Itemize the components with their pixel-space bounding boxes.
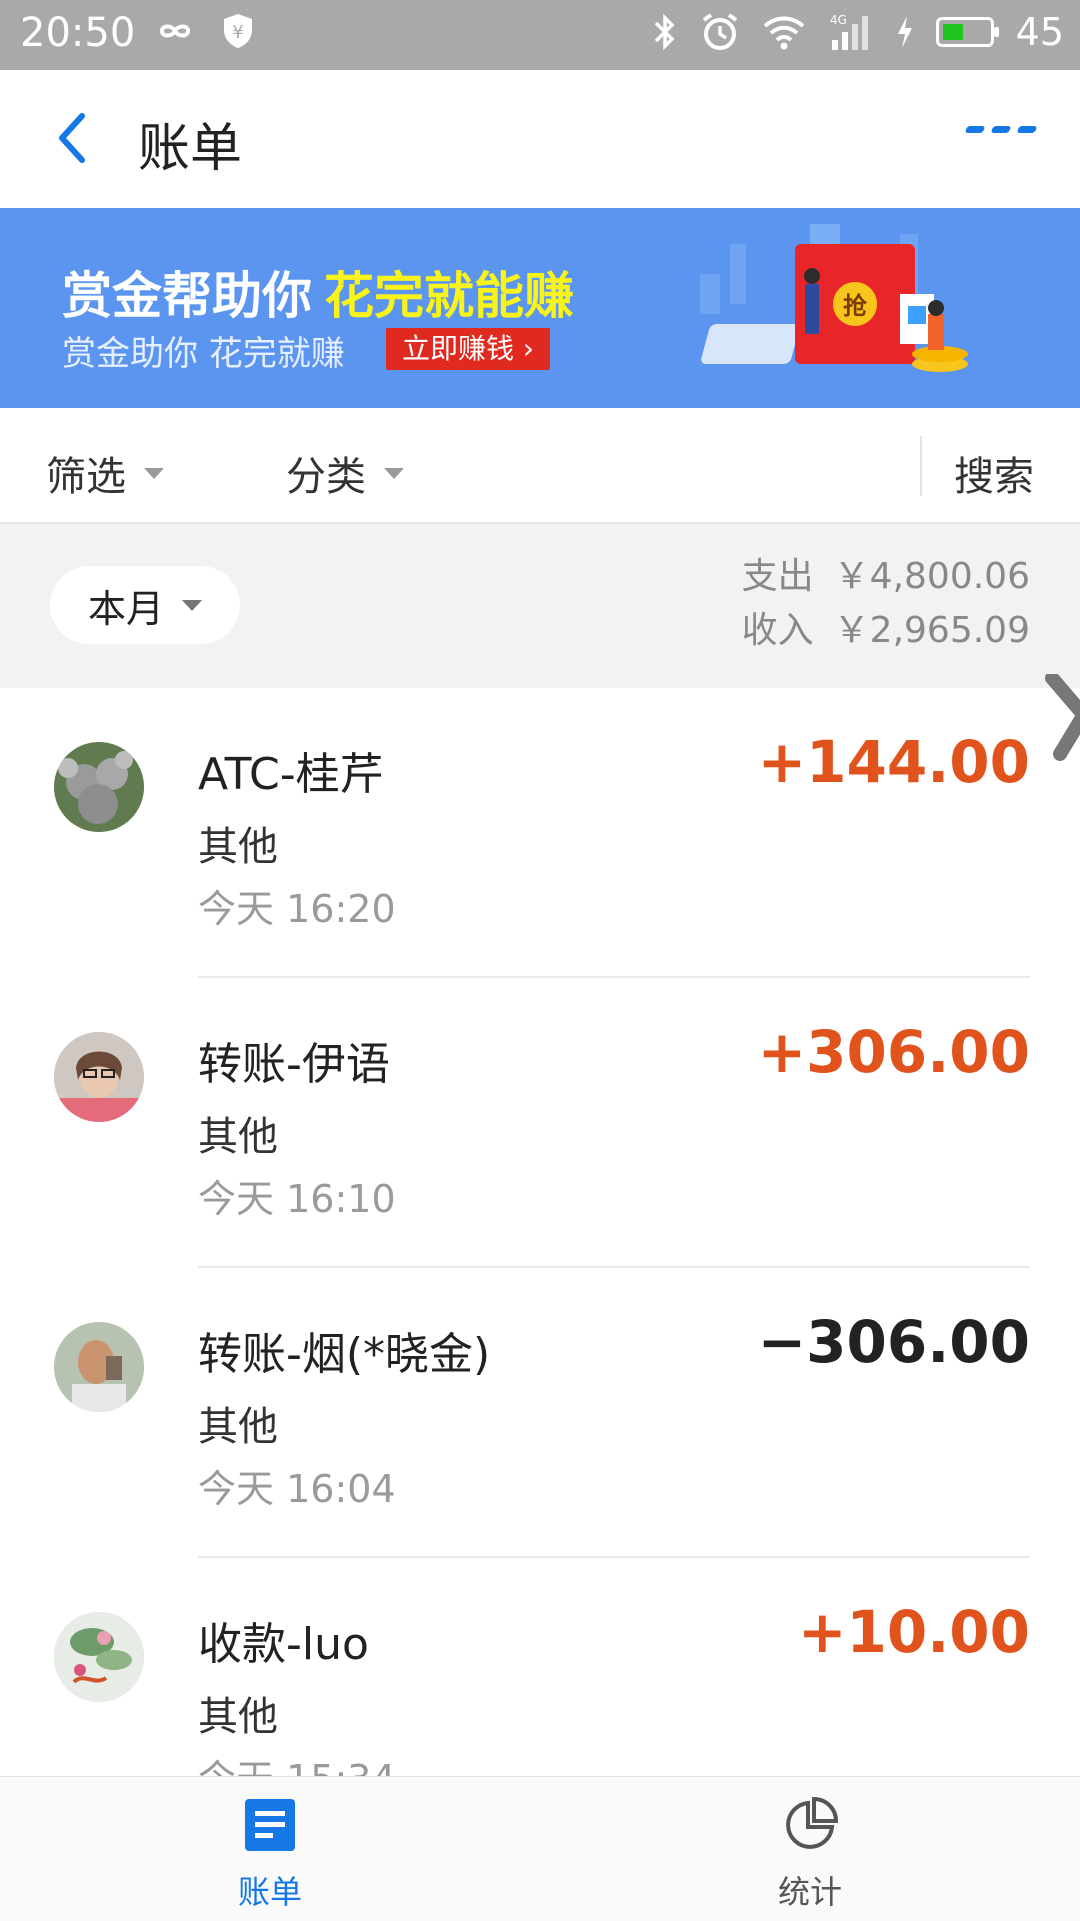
infinity-icon: [159, 24, 191, 38]
transaction-category: 其他: [198, 824, 278, 870]
transaction-name: 转账-伊语: [198, 1039, 390, 1090]
transaction-amount: +144.00: [757, 728, 1030, 796]
bill-list-icon: [245, 1799, 295, 1851]
transaction-row[interactable]: 转账-烟(*晓金) 其他 今天 16:04 −306.00: [0, 1268, 1080, 1558]
income-total: 收入 ￥2,965.09: [742, 604, 1030, 658]
divider: [920, 436, 922, 496]
charging-icon: [897, 16, 912, 48]
page-title: 账单: [138, 119, 243, 179]
bluetooth-icon: [654, 13, 675, 51]
tab-bills[interactable]: 账单: [200, 1797, 340, 1913]
caret-down-icon: [144, 467, 164, 479]
transaction-name: 收款-luo: [198, 1619, 369, 1670]
avatar: [54, 1322, 144, 1412]
status-bar: 20:50 ¥ 4G 45: [0, 0, 1080, 70]
banner-cta-label: 立即赚钱: [402, 332, 515, 365]
avatar: [54, 1612, 144, 1702]
month-summary: 本月 支出 ￥4,800.06 收入 ￥2,965.09: [0, 524, 1080, 688]
caret-down-icon: [182, 599, 202, 611]
banner-headline: 赏金帮助你 花完就能赚: [62, 256, 574, 328]
expense-total: 支出 ￥4,800.06: [742, 550, 1030, 604]
category-label: 分类: [286, 454, 366, 500]
status-time: 20:50: [20, 10, 136, 56]
transaction-category: 其他: [198, 1404, 278, 1450]
category-dropdown[interactable]: 分类: [286, 444, 404, 502]
battery-icon: [935, 17, 999, 47]
banner-headline-highlight: 花完就能赚: [324, 267, 574, 325]
alarm-icon: [702, 13, 737, 50]
top-bar: 账单: [0, 70, 1080, 208]
transaction-time: 今天 15:34: [198, 1748, 396, 1776]
wifi-icon: [763, 16, 804, 50]
avatar: [54, 742, 144, 832]
close-icon[interactable]: [1040, 674, 1080, 764]
transaction-amount: −306.00: [757, 1308, 1030, 1376]
banner-headline-text: 赏金帮助你: [62, 267, 312, 325]
tab-stats[interactable]: 统计: [740, 1796, 880, 1913]
totals: 支出 ￥4,800.06 收入 ￥2,965.09: [742, 550, 1030, 658]
transaction-amount: +306.00: [757, 1018, 1030, 1086]
bottom-nav: 账单 统计: [0, 1776, 1080, 1921]
month-selector[interactable]: 本月: [50, 566, 240, 644]
transaction-time: 今天 16:20: [198, 887, 396, 931]
chevron-right-icon: ›: [522, 332, 535, 365]
income-label: 收入: [741, 610, 814, 651]
transaction-time: 今天 16:10: [198, 1177, 396, 1221]
avatar: [54, 1032, 144, 1122]
battery-level: 45: [1015, 10, 1064, 54]
filter-label: 筛选: [46, 454, 126, 500]
transaction-row[interactable]: ATC-桂芹 其他 今天 16:20 +144.00: [0, 688, 1080, 978]
banner-subline: 赏金助你 花完就赚: [62, 334, 345, 374]
caret-down-icon: [384, 467, 404, 479]
tab-bills-label: 账单: [237, 1873, 302, 1911]
transaction-row[interactable]: 转账-伊语 其他 今天 16:10 +306.00: [0, 978, 1080, 1268]
transaction-amount: +10.00: [797, 1598, 1030, 1666]
income-value: ￥2,965.09: [833, 610, 1030, 651]
svg-text:¥: ¥: [232, 22, 243, 43]
expense-label: 支出: [741, 556, 814, 597]
red-envelope-illustration: 抢: [700, 224, 968, 372]
transaction-category: 其他: [198, 1694, 278, 1740]
month-label: 本月: [87, 586, 164, 631]
filter-dropdown[interactable]: 筛选: [46, 444, 164, 502]
transaction-row[interactable]: 收款-luo 其他 今天 15:34 +10.00: [0, 1558, 1080, 1776]
back-chevron-icon[interactable]: [44, 108, 104, 168]
signal-icon: 4G: [830, 13, 868, 50]
expense-value: ￥4,800.06: [833, 556, 1030, 597]
transaction-list: ATC-桂芹 其他 今天 16:20 +144.00 转账-伊语 其他 今天 1…: [0, 688, 1080, 1776]
promo-banner[interactable]: 赏金帮助你 花完就能赚 赏金助你 花完就赚 立即赚钱 › 抢: [0, 208, 1080, 408]
transaction-time: 今天 16:04: [198, 1467, 396, 1511]
tab-stats-label: 统计: [777, 1873, 842, 1911]
network-label: 4G: [830, 13, 847, 27]
shield-yen-icon: ¥: [224, 14, 252, 48]
banner-cta-button[interactable]: 立即赚钱 ›: [386, 328, 551, 370]
more-icon[interactable]: [964, 126, 1038, 133]
transaction-category: 其他: [198, 1114, 278, 1160]
pie-chart-icon: [786, 1796, 839, 1849]
badge-text: 抢: [843, 292, 868, 320]
filter-bar: 筛选 分类 搜索: [0, 408, 1080, 524]
search-button[interactable]: 搜索: [954, 444, 1034, 502]
transaction-name: 转账-烟(*晓金): [198, 1329, 491, 1380]
transaction-name: ATC-桂芹: [198, 749, 384, 800]
